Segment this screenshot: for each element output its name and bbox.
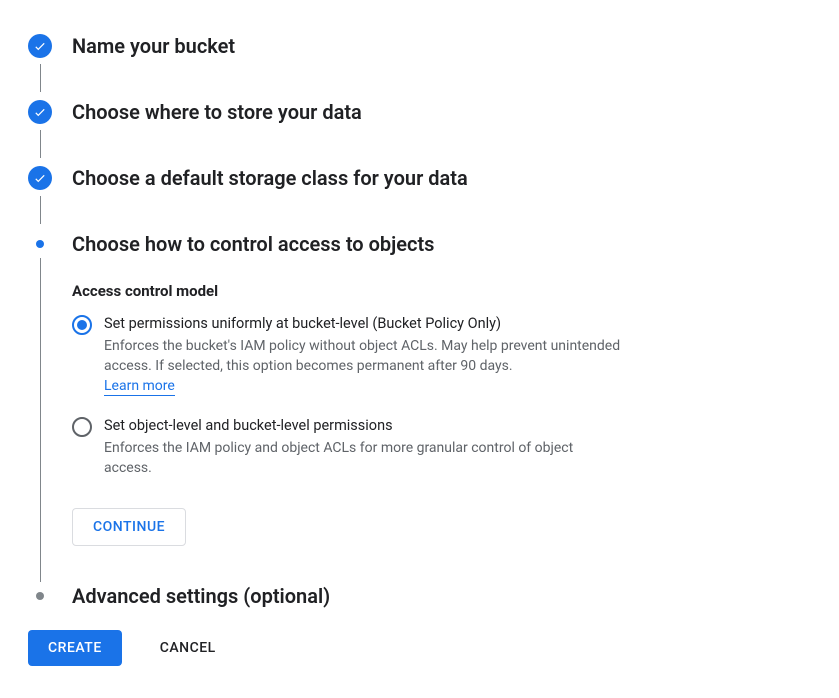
stepper-connector (40, 64, 41, 92)
radio-button[interactable] (72, 417, 92, 437)
stepper: Name your bucket Choose where to store y… (28, 32, 811, 610)
radio-description: Enforces the bucket's IAM policy without… (104, 336, 624, 396)
check-icon (28, 166, 52, 190)
radio-label: Set permissions uniformly at bucket-leve… (104, 314, 672, 334)
radio-label: Set object-level and bucket-level permis… (104, 416, 672, 436)
radio-button[interactable] (72, 315, 92, 335)
step-access-control-body: Access control model Set permissions uni… (28, 258, 811, 582)
step-title: Choose where to store your data (72, 98, 362, 126)
step-location[interactable]: Choose where to store your data (28, 98, 811, 164)
cancel-button[interactable]: CANCEL (152, 630, 224, 666)
inactive-dot-icon (28, 584, 52, 608)
step-name-bucket[interactable]: Name your bucket (28, 32, 811, 98)
step-title: Choose how to control access to objects (72, 230, 434, 258)
footer-actions: CREATE CANCEL (28, 630, 811, 666)
active-dot-icon (28, 232, 52, 256)
stepper-connector (40, 258, 41, 582)
learn-more-link[interactable]: Learn more (104, 377, 175, 396)
create-button[interactable]: CREATE (28, 630, 122, 666)
radio-option-object-level[interactable]: Set object-level and bucket-level permis… (72, 416, 672, 478)
stepper-connector (40, 130, 41, 158)
stepper-connector (40, 196, 41, 224)
continue-button[interactable]: CONTINUE (72, 508, 186, 546)
radio-option-uniform[interactable]: Set permissions uniformly at bucket-leve… (72, 314, 672, 396)
radio-description: Enforces the IAM policy and object ACLs … (104, 438, 624, 478)
step-title: Choose a default storage class for your … (72, 164, 468, 192)
step-advanced-settings[interactable]: Advanced settings (optional) (28, 582, 811, 610)
step-title: Advanced settings (optional) (72, 582, 330, 610)
step-title: Name your bucket (72, 32, 235, 60)
check-icon (28, 34, 52, 58)
access-control-heading: Access control model (72, 282, 672, 300)
step-access-control[interactable]: Choose how to control access to objects (28, 230, 811, 258)
step-storage-class[interactable]: Choose a default storage class for your … (28, 164, 811, 230)
check-icon (28, 100, 52, 124)
